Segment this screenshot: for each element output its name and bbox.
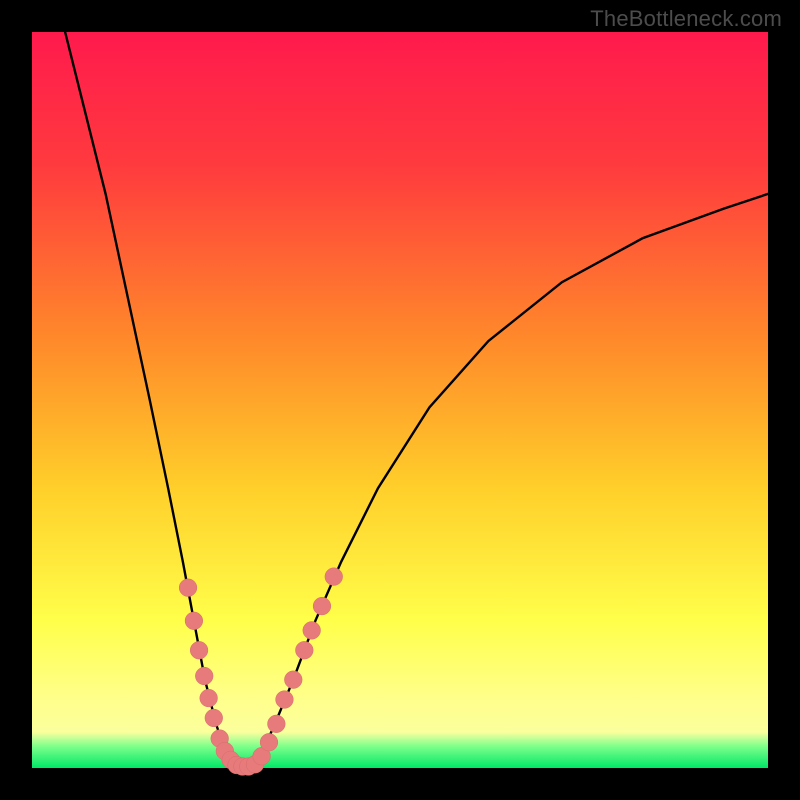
data-marker: [260, 733, 278, 751]
curve-layer: [32, 32, 768, 768]
data-marker: [190, 641, 208, 659]
data-marker: [268, 715, 286, 733]
watermark-text: TheBottleneck.com: [590, 6, 782, 32]
data-marker: [195, 667, 213, 685]
data-marker: [325, 568, 343, 586]
plot-area: [32, 32, 768, 768]
bottleneck-curve: [65, 32, 768, 767]
data-marker: [313, 597, 331, 615]
data-marker: [295, 641, 313, 659]
data-marker: [303, 622, 321, 640]
data-marker: [205, 709, 223, 727]
data-marker: [276, 691, 294, 709]
data-marker: [185, 612, 203, 630]
data-marker: [179, 579, 197, 597]
data-marker: [284, 671, 302, 689]
data-marker: [200, 689, 218, 707]
chart-frame: TheBottleneck.com: [0, 0, 800, 800]
